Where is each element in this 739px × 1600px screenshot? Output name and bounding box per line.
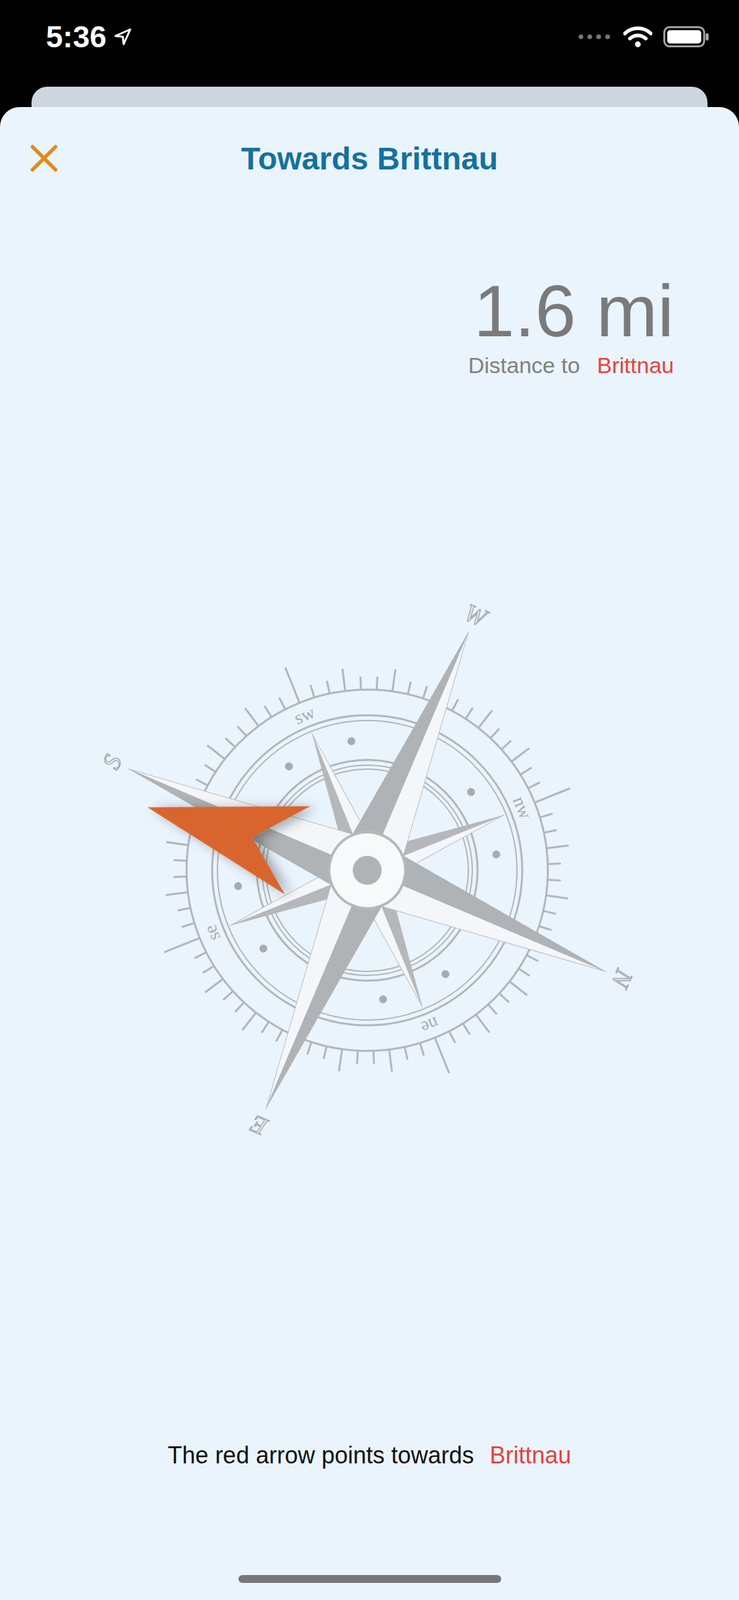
cardinal-label: E [246, 1110, 272, 1142]
title: Towards Brittnau [241, 140, 498, 177]
destination-name: Brittnau [597, 352, 674, 379]
home-indicator [238, 1575, 502, 1584]
footer-text: The red arrow points towards Brittnau [0, 1439, 739, 1473]
distance-value: 1.6 mi [473, 273, 674, 350]
header: Towards Brittnau [0, 107, 739, 210]
compass: ne se sw nw N E S W [0, 574, 739, 1166]
screen: 5:36 Towards Brittnau 1.6 mi Distance to… [0, 0, 739, 1600]
status-bar: 5:36 [0, 0, 739, 87]
target-arrow-icon [134, 763, 311, 895]
cardinal-label: S [96, 750, 127, 774]
time: 5:36 [45, 19, 107, 55]
compass-rose: ne se sw nw N E S W [0, 574, 739, 1166]
footer-caption: The red arrow points towards [167, 1439, 474, 1473]
status-right [577, 25, 711, 48]
close-icon [28, 143, 60, 174]
intercardinal-label: nw [509, 793, 537, 823]
background-card [31, 86, 708, 108]
close-button[interactable] [26, 140, 62, 177]
distance-caption: Distance to [468, 352, 581, 379]
intercardinal-label: se [199, 922, 224, 944]
cardinal-label: W [460, 598, 493, 633]
sheet: Towards Brittnau 1.6 mi Distance to Brit… [0, 107, 739, 1600]
distance: 1.6 mi Distance to Brittnau [0, 273, 739, 379]
location-icon [112, 26, 133, 47]
status-left: 5:36 [45, 19, 133, 55]
battery-icon [662, 25, 711, 48]
footer-destination: Brittnau [490, 1439, 572, 1473]
intercardinal-label: ne [417, 1012, 442, 1039]
signal-icon [577, 32, 613, 41]
wifi-icon [623, 26, 653, 48]
intercardinal-label: sw [291, 701, 318, 729]
cardinal-label: N [605, 964, 639, 994]
distance-label: Distance to Brittnau [468, 352, 674, 379]
